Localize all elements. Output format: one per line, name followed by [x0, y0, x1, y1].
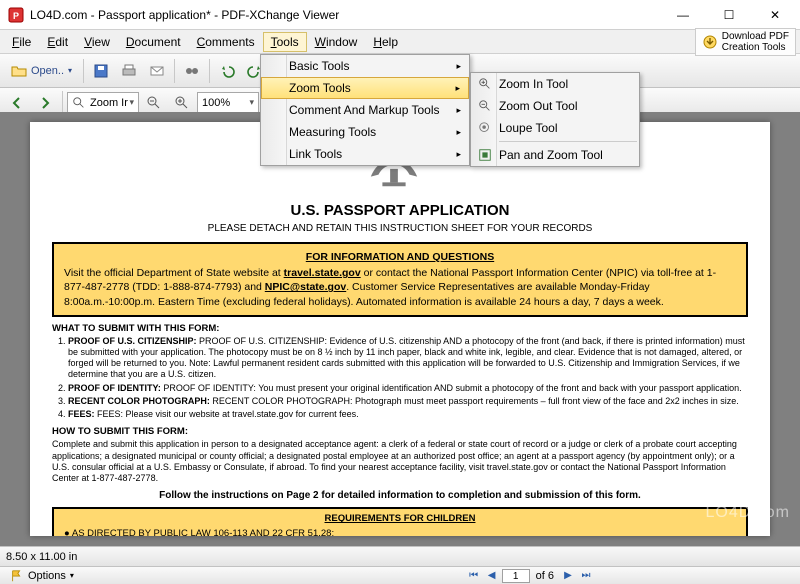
status-bar: 8.50 x 11.00 in: [0, 546, 800, 566]
maximize-button[interactable]: ☐: [706, 0, 752, 30]
find-button[interactable]: [179, 58, 205, 84]
arrow-left-icon: [9, 95, 25, 111]
zoom-out-icon: [477, 98, 493, 114]
menu-zoom-tools[interactable]: Zoom Tools▸: [261, 77, 469, 99]
menu-loupe-tool[interactable]: Loupe Tool: [471, 117, 639, 139]
first-page-button[interactable]: ⏮: [466, 569, 482, 583]
zoom-percent-combo[interactable]: 100%▾: [197, 92, 259, 114]
folder-open-icon: [11, 63, 27, 79]
menu-zoom-out-tool[interactable]: Zoom Out Tool: [471, 95, 639, 117]
menu-comments[interactable]: Comments: [189, 32, 263, 52]
menu-comment-markup-tools[interactable]: Comment And Markup Tools▸: [261, 99, 469, 121]
page-number-input[interactable]: 1: [502, 569, 530, 583]
download-label: Download PDF Creation Tools: [722, 31, 789, 53]
options-button[interactable]: Options▾: [4, 569, 80, 583]
download-icon: [702, 34, 718, 50]
open-button[interactable]: Open..▾: [4, 58, 79, 84]
minus-magnifier-icon: [146, 95, 162, 111]
prev-page-button[interactable]: ◀: [484, 569, 500, 583]
follow-instructions: Follow the instructions on Page 2 for de…: [52, 490, 748, 501]
menu-window[interactable]: Window: [307, 32, 366, 52]
menu-link-tools[interactable]: Link Tools▸: [261, 143, 469, 165]
menu-measuring-tools[interactable]: Measuring Tools▸: [261, 121, 469, 143]
app-icon: P: [8, 7, 24, 23]
page-size-label: 8.50 x 11.00 in: [6, 551, 77, 563]
printer-icon: [121, 63, 137, 79]
how-to-submit-body: Complete and submit this application in …: [52, 439, 748, 484]
email-button[interactable]: [144, 58, 170, 84]
menu-edit[interactable]: Edit: [39, 32, 76, 52]
svg-text:P: P: [13, 11, 19, 21]
pan-zoom-icon: [477, 147, 493, 163]
tools-menu-dropdown: Basic Tools▸ Zoom Tools▸ Comment And Mar…: [260, 54, 470, 166]
menubar: File Edit View Document Comments Tools W…: [0, 30, 800, 54]
requirements-box: REQUIREMENTS FOR CHILDREN ● AS DIRECTED …: [52, 507, 748, 536]
requirements-heading: REQUIREMENTS FOR CHILDREN: [64, 513, 736, 524]
how-to-submit-heading: HOW TO SUBMIT THIS FORM:: [52, 426, 748, 437]
floppy-icon: [93, 63, 109, 79]
titlebar: P LO4D.com - Passport application* - PDF…: [0, 0, 800, 30]
menu-document[interactable]: Document: [118, 32, 189, 52]
undo-button[interactable]: [214, 58, 240, 84]
zoom-in-icon: [477, 76, 493, 92]
menu-zoom-in-tool[interactable]: Zoom In Tool: [471, 73, 639, 95]
mail-icon: [149, 63, 165, 79]
info-heading: FOR INFORMATION AND QUESTIONS: [64, 250, 736, 264]
minimize-button[interactable]: —: [660, 0, 706, 30]
document-page: U.S. PASSPORT APPLICATION PLEASE DETACH …: [30, 122, 770, 536]
print-button[interactable]: [116, 58, 142, 84]
menu-basic-tools[interactable]: Basic Tools▸: [261, 55, 469, 77]
arrow-right-icon: [37, 95, 53, 111]
download-creation-tools-button[interactable]: Download PDF Creation Tools: [695, 28, 796, 56]
document-viewport[interactable]: U.S. PASSPORT APPLICATION PLEASE DETACH …: [0, 112, 800, 546]
next-page-button[interactable]: ▶: [560, 569, 576, 583]
page-of-label: of 6: [536, 570, 554, 582]
flag-icon: [10, 569, 24, 583]
last-page-button[interactable]: ⏭: [578, 569, 594, 583]
undo-icon: [219, 63, 235, 79]
loupe-icon: [477, 120, 493, 136]
magnifier-icon: [72, 96, 86, 110]
plus-magnifier-icon: [174, 95, 190, 111]
menu-help[interactable]: Help: [365, 32, 406, 52]
doc-title: U.S. PASSPORT APPLICATION: [52, 202, 748, 219]
what-to-submit-list: PROOF OF U.S. CITIZENSHIP: PROOF OF U.S.…: [68, 336, 748, 421]
zoom-mode-combo[interactable]: Zoom Ir▾: [67, 92, 139, 114]
zoom-tools-submenu: Zoom In Tool Zoom Out Tool Loupe Tool Pa…: [470, 72, 640, 167]
binoculars-icon: [184, 63, 200, 79]
what-to-submit-heading: WHAT TO SUBMIT WITH THIS FORM:: [52, 323, 748, 334]
doc-subtitle: PLEASE DETACH AND RETAIN THIS INSTRUCTIO…: [52, 223, 748, 234]
menu-pan-zoom-tool[interactable]: Pan and Zoom Tool: [471, 144, 639, 166]
menu-view[interactable]: View: [76, 32, 118, 52]
menu-file[interactable]: File: [4, 32, 39, 52]
window-title: LO4D.com - Passport application* - PDF-X…: [30, 8, 660, 22]
bottom-navbar: Options▾ ⏮ ◀ 1 of 6 ▶ ⏭: [0, 566, 800, 584]
save-button[interactable]: [88, 58, 114, 84]
menu-tools[interactable]: Tools: [263, 32, 307, 52]
info-box: FOR INFORMATION AND QUESTIONS Visit the …: [52, 242, 748, 317]
close-button[interactable]: ✕: [752, 0, 798, 30]
